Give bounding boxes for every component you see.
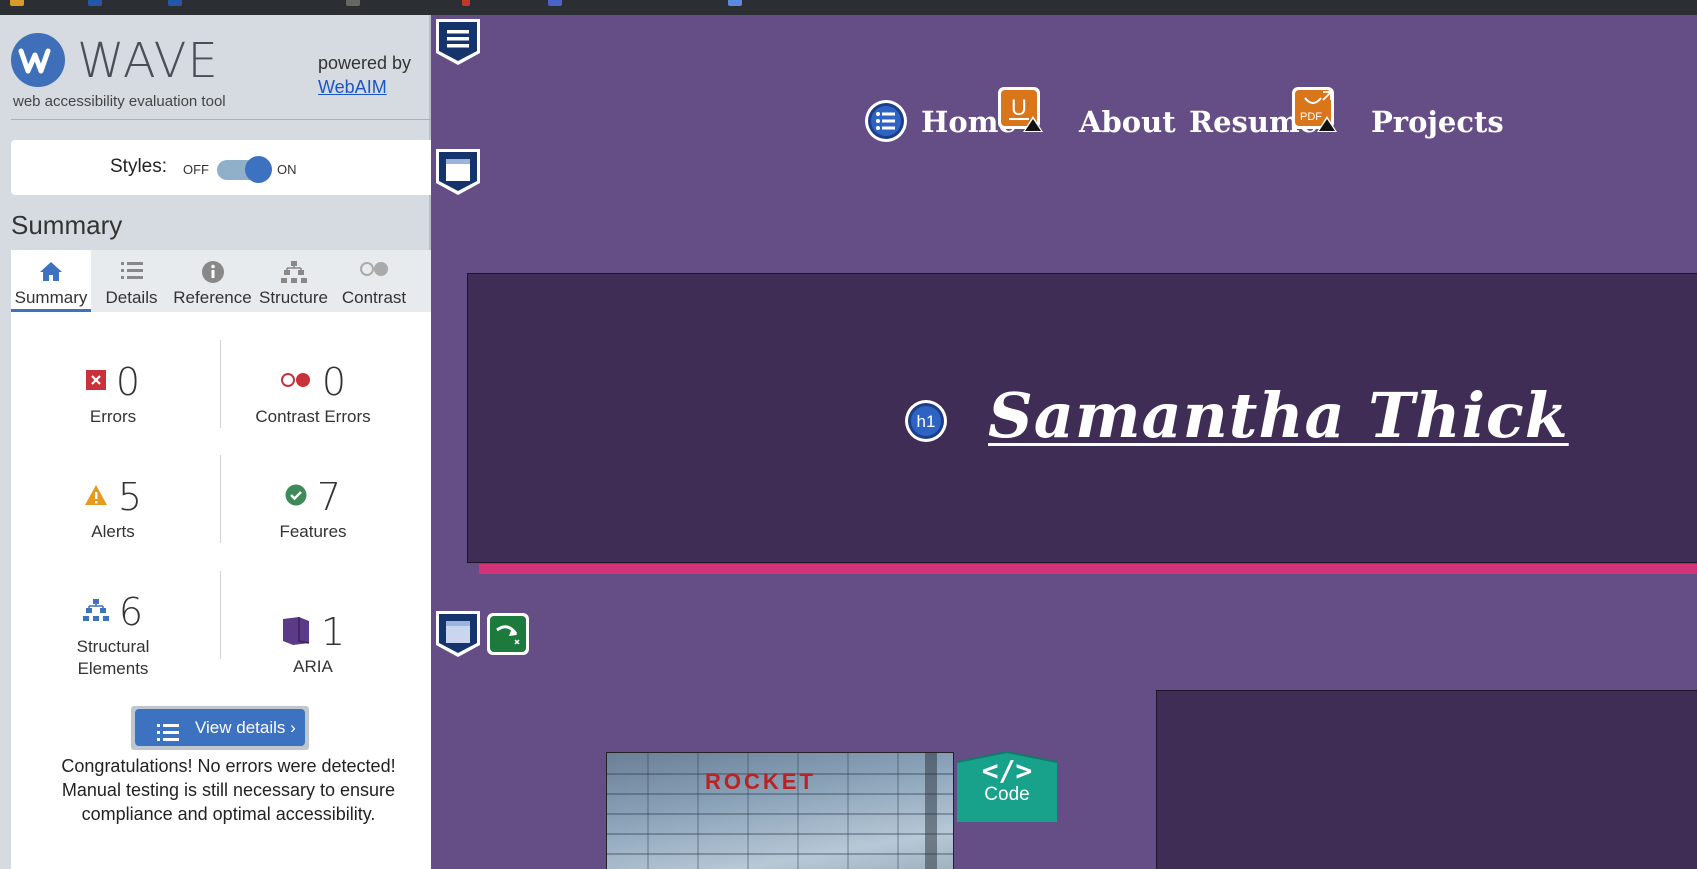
alert-icon: [84, 484, 108, 511]
errors-count: 0: [115, 360, 141, 404]
tab-label: Summary: [14, 288, 88, 307]
svg-text:PDF: PDF: [1300, 111, 1322, 123]
congrats-line: Manual testing is still necessary to ens…: [61, 780, 396, 800]
styles-off-label: OFF: [183, 162, 209, 177]
nav-link-about[interactable]: About: [1079, 105, 1176, 139]
bookmark-icon[interactable]: [88, 0, 102, 6]
skip-link-target-icon[interactable]: [486, 612, 530, 660]
feature-icon: [285, 484, 307, 511]
code-link-badge[interactable]: </> Code: [955, 752, 1059, 832]
errors-label: Errors: [89, 407, 137, 426]
congrats-line: Congratulations! No errors were detected…: [61, 756, 396, 776]
powered-by-text: powered by: [318, 53, 412, 73]
content-card: [1156, 690, 1697, 869]
stat-alerts[interactable]: 5 Alerts: [13, 475, 213, 543]
accent-bar: [479, 564, 1697, 574]
styles-toggle-box: Styles: OFF ON: [11, 140, 448, 195]
bookmark-icon[interactable]: [728, 0, 742, 6]
home-icon: [38, 260, 64, 287]
tab-label: Contrast: [341, 288, 407, 307]
bookmark-icon[interactable]: [346, 0, 360, 6]
summary-panel: 0 Errors 0 Contrast Errors 5 Alerts 7 Fe…: [11, 312, 448, 869]
structure-icon: [82, 598, 109, 627]
bookmark-icon[interactable]: [168, 0, 182, 6]
site-nav: Home U About Resume PDF Projects: [431, 87, 1697, 147]
alerts-label: Alerts: [91, 522, 135, 541]
pdf-link-alert-icon[interactable]: PDF: [1291, 86, 1339, 138]
stat-aria[interactable]: 1 ARIA: [213, 610, 413, 678]
styles-toggle[interactable]: [217, 156, 272, 183]
underlined-text-alert-icon[interactable]: U: [997, 86, 1045, 138]
wave-subtitle: web accessibility evaluation tool: [13, 93, 226, 110]
list-icon: [157, 718, 179, 755]
tab-label: Reference: [173, 288, 252, 307]
toggle-knob[interactable]: [245, 156, 272, 183]
webaim-link[interactable]: WebAIM: [318, 77, 387, 98]
aria-list-marker-icon[interactable]: [434, 17, 482, 71]
list-icon: [120, 260, 144, 287]
browser-bookmarks-bar: [0, 0, 1697, 15]
code-label: Code: [984, 784, 1030, 805]
structural-label: Structural Elements: [13, 636, 213, 680]
stat-structural-elements[interactable]: 6 Structural Elements: [13, 590, 213, 680]
aria-label: ARIA: [293, 657, 333, 676]
alerts-count: 5: [117, 475, 143, 519]
stat-errors[interactable]: 0 Errors: [13, 360, 213, 428]
hero-banner: h1 Samantha Thick: [467, 273, 1697, 563]
congrats-line: compliance and optimal accessibility.: [81, 804, 376, 824]
view-details-label: View details ›: [195, 718, 296, 737]
view-details-button[interactable]: View details ›: [135, 709, 305, 746]
wave-sidebar: WAVE web accessibility evaluation tool p…: [0, 15, 448, 869]
styles-on-label: ON: [277, 162, 297, 177]
region-marker-icon[interactable]: [434, 147, 482, 201]
styles-label: Styles:: [110, 156, 168, 177]
project-image[interactable]: ROCKET: [606, 752, 954, 869]
code-icon: </>: [981, 754, 1033, 787]
contrast-errors-label: Contrast Errors: [255, 407, 371, 426]
stat-contrast-errors[interactable]: 0 Contrast Errors: [213, 360, 413, 428]
bookmark-icon[interactable]: [548, 0, 562, 6]
view-details-focus-ring: View details ›: [131, 706, 309, 750]
tab-reference[interactable]: Reference: [172, 250, 253, 312]
aria-icon: [281, 615, 311, 650]
congrats-message: Congratulations! No errors were detected…: [31, 754, 426, 826]
stat-features[interactable]: 7 Features: [213, 475, 413, 543]
tab-summary[interactable]: Summary: [11, 250, 91, 312]
error-icon: [85, 369, 106, 395]
features-count: 7: [316, 475, 342, 519]
tab-label: Structure: [259, 288, 328, 307]
tab-label: Details: [105, 288, 158, 307]
contrast-errors-count: 0: [321, 360, 347, 404]
tab-structure[interactable]: Structure: [253, 250, 334, 312]
bookmark-icon[interactable]: [462, 0, 470, 6]
tab-details[interactable]: Details: [91, 250, 172, 312]
structure-icon: [280, 260, 307, 289]
info-icon: [201, 260, 225, 289]
wave-tabs: Summary Details Reference Structure Cont…: [11, 250, 448, 312]
h1-marker-icon[interactable]: h1: [904, 399, 948, 447]
wave-title: WAVE: [77, 33, 219, 89]
nav-link-projects[interactable]: Projects: [1371, 105, 1504, 139]
wave-logo-icon: [11, 33, 65, 87]
project-image-sign-text: ROCKET: [705, 769, 816, 794]
tab-contrast[interactable]: Contrast: [334, 250, 414, 312]
aria-count: 1: [320, 610, 346, 654]
unordered-list-marker-icon[interactable]: [864, 99, 908, 147]
features-label: Features: [279, 522, 347, 541]
region-marker-icon[interactable]: [434, 609, 482, 663]
section-heading: Summary: [11, 210, 123, 240]
contrast-error-icon: [280, 371, 312, 394]
bookmark-icon[interactable]: [10, 0, 24, 6]
structural-label-line1: Structural: [76, 637, 150, 656]
evaluated-page: Home U About Resume PDF Projects h1 Sama…: [431, 15, 1697, 869]
divider: [11, 119, 448, 120]
page-title[interactable]: Samantha Thick: [988, 379, 1569, 452]
svg-text:U: U: [1011, 95, 1027, 120]
structural-count: 6: [118, 590, 144, 634]
structural-label-line2: Elements: [77, 659, 149, 678]
h1-badge-text: h1: [917, 412, 936, 431]
contrast-icon: [359, 260, 389, 283]
